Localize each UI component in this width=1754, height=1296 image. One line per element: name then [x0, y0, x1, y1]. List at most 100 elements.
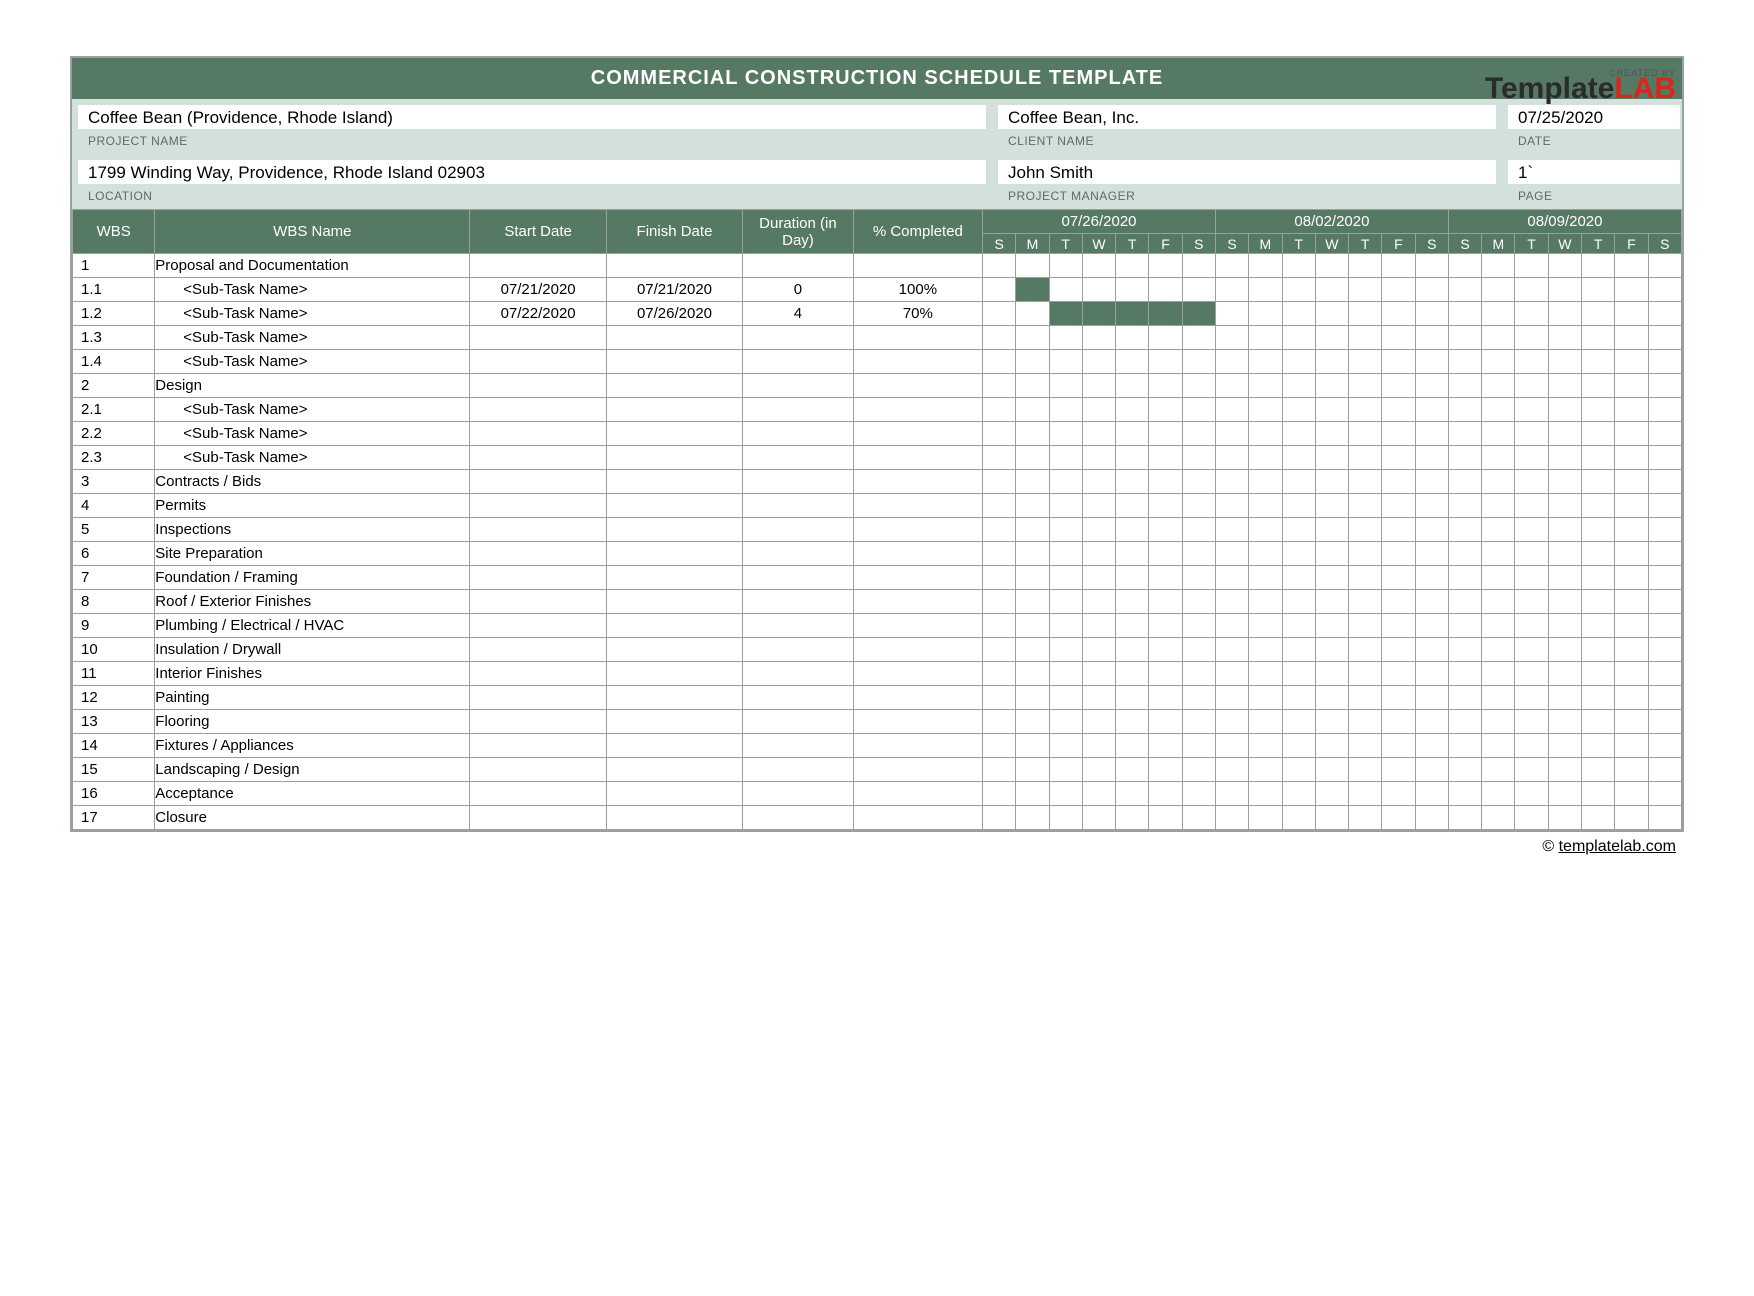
cell-wbs-name[interactable]: <Sub-Task Name>	[155, 278, 470, 302]
gantt-cell[interactable]	[1282, 806, 1315, 830]
gantt-cell[interactable]	[1615, 566, 1648, 590]
gantt-cell[interactable]	[1149, 302, 1182, 326]
cell-duration[interactable]	[743, 398, 854, 422]
gantt-cell[interactable]	[1515, 614, 1548, 638]
gantt-cell[interactable]	[1482, 470, 1515, 494]
gantt-cell[interactable]	[1415, 470, 1448, 494]
gantt-cell[interactable]	[1149, 686, 1182, 710]
gantt-cell[interactable]	[1215, 302, 1248, 326]
gantt-cell[interactable]	[1049, 518, 1082, 542]
gantt-cell[interactable]	[1482, 638, 1515, 662]
gantt-cell[interactable]	[1515, 398, 1548, 422]
cell-duration[interactable]	[743, 542, 854, 566]
gantt-cell[interactable]	[1648, 734, 1682, 758]
gantt-cell[interactable]	[1515, 422, 1548, 446]
gantt-cell[interactable]	[1016, 350, 1049, 374]
gantt-cell[interactable]	[1082, 470, 1115, 494]
gantt-cell[interactable]	[983, 470, 1016, 494]
gantt-cell[interactable]	[1615, 638, 1648, 662]
cell-start[interactable]	[470, 662, 606, 686]
cell-pct[interactable]	[853, 662, 982, 686]
gantt-cell[interactable]	[983, 278, 1016, 302]
gantt-cell[interactable]	[1016, 614, 1049, 638]
gantt-cell[interactable]	[1049, 758, 1082, 782]
cell-wbs-name[interactable]: <Sub-Task Name>	[155, 302, 470, 326]
gantt-cell[interactable]	[1615, 302, 1648, 326]
gantt-cell[interactable]	[1515, 758, 1548, 782]
gantt-cell[interactable]	[1149, 782, 1182, 806]
gantt-cell[interactable]	[1016, 686, 1049, 710]
gantt-cell[interactable]	[1282, 422, 1315, 446]
gantt-cell[interactable]	[1016, 302, 1049, 326]
gantt-cell[interactable]	[1315, 326, 1348, 350]
cell-pct[interactable]	[853, 542, 982, 566]
cell-finish[interactable]	[606, 734, 742, 758]
gantt-cell[interactable]	[1482, 734, 1515, 758]
cell-pct[interactable]	[853, 374, 982, 398]
date-value[interactable]: 07/25/2020	[1508, 105, 1680, 129]
cell-wbs[interactable]: 8	[73, 590, 155, 614]
gantt-cell[interactable]	[1581, 710, 1614, 734]
cell-wbs[interactable]: 1	[73, 254, 155, 278]
gantt-cell[interactable]	[1415, 374, 1448, 398]
gantt-cell[interactable]	[1448, 590, 1481, 614]
gantt-cell[interactable]	[1182, 566, 1215, 590]
gantt-cell[interactable]	[1581, 590, 1614, 614]
gantt-cell[interactable]	[1249, 590, 1282, 614]
cell-wbs[interactable]: 17	[73, 806, 155, 830]
gantt-cell[interactable]	[1249, 542, 1282, 566]
gantt-cell[interactable]	[1116, 686, 1149, 710]
gantt-cell[interactable]	[1482, 566, 1515, 590]
gantt-cell[interactable]	[1182, 638, 1215, 662]
gantt-cell[interactable]	[1615, 686, 1648, 710]
gantt-cell[interactable]	[1548, 734, 1581, 758]
gantt-cell[interactable]	[1349, 518, 1382, 542]
gantt-cell[interactable]	[1349, 758, 1382, 782]
gantt-cell[interactable]	[1016, 566, 1049, 590]
gantt-cell[interactable]	[1548, 758, 1581, 782]
gantt-cell[interactable]	[1315, 398, 1348, 422]
gantt-cell[interactable]	[1648, 590, 1682, 614]
gantt-cell[interactable]	[1082, 446, 1115, 470]
gantt-cell[interactable]	[1448, 446, 1481, 470]
cell-pct[interactable]	[853, 734, 982, 758]
gantt-cell[interactable]	[1349, 638, 1382, 662]
gantt-cell[interactable]	[1082, 542, 1115, 566]
gantt-cell[interactable]	[1448, 518, 1481, 542]
gantt-cell[interactable]	[1149, 662, 1182, 686]
gantt-cell[interactable]	[1282, 446, 1315, 470]
gantt-cell[interactable]	[1515, 542, 1548, 566]
cell-finish[interactable]	[606, 254, 742, 278]
gantt-cell[interactable]	[1415, 398, 1448, 422]
gantt-cell[interactable]	[1415, 686, 1448, 710]
cell-finish[interactable]	[606, 686, 742, 710]
gantt-cell[interactable]	[1315, 710, 1348, 734]
gantt-cell[interactable]	[1249, 782, 1282, 806]
gantt-cell[interactable]	[1548, 614, 1581, 638]
gantt-cell[interactable]	[1349, 710, 1382, 734]
cell-pct[interactable]	[853, 566, 982, 590]
gantt-cell[interactable]	[1615, 518, 1648, 542]
gantt-cell[interactable]	[1349, 734, 1382, 758]
gantt-cell[interactable]	[1382, 350, 1415, 374]
gantt-cell[interactable]	[1382, 422, 1415, 446]
cell-finish[interactable]	[606, 350, 742, 374]
gantt-cell[interactable]	[1116, 398, 1149, 422]
cell-start[interactable]	[470, 734, 606, 758]
gantt-cell[interactable]	[1382, 590, 1415, 614]
gantt-cell[interactable]	[1116, 806, 1149, 830]
cell-duration[interactable]	[743, 662, 854, 686]
cell-finish[interactable]: 07/26/2020	[606, 302, 742, 326]
gantt-cell[interactable]	[1215, 470, 1248, 494]
gantt-cell[interactable]	[1315, 590, 1348, 614]
gantt-cell[interactable]	[1648, 686, 1682, 710]
gantt-cell[interactable]	[1482, 446, 1515, 470]
gantt-cell[interactable]	[1648, 566, 1682, 590]
gantt-cell[interactable]	[1116, 254, 1149, 278]
gantt-cell[interactable]	[1182, 398, 1215, 422]
gantt-cell[interactable]	[1082, 734, 1115, 758]
gantt-cell[interactable]	[1315, 278, 1348, 302]
cell-start[interactable]	[470, 686, 606, 710]
cell-wbs[interactable]: 11	[73, 662, 155, 686]
gantt-cell[interactable]	[1548, 566, 1581, 590]
